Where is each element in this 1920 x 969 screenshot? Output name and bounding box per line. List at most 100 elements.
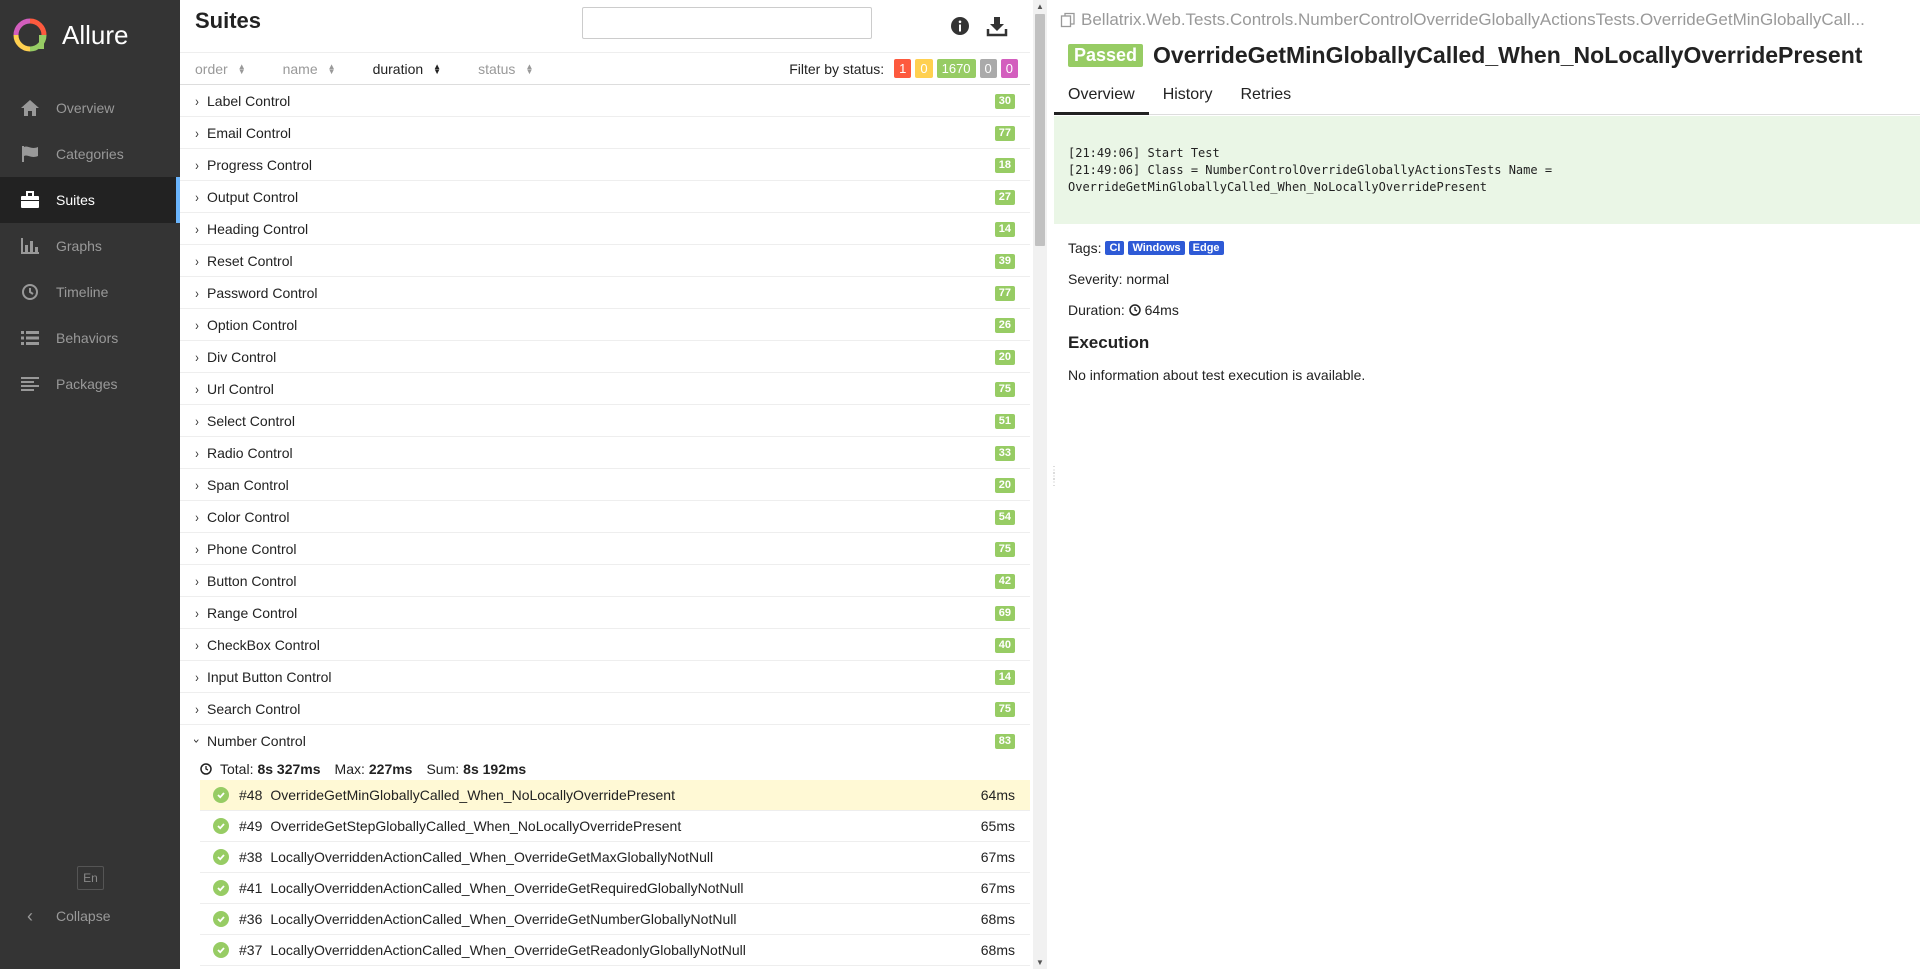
clock-icon (18, 282, 42, 302)
duration-value: 64ms (1144, 302, 1179, 318)
suite-group[interactable]: › Password Control 77 (180, 277, 1030, 309)
chevron-right-icon: › (195, 252, 199, 269)
chevron-right-icon: › (195, 188, 199, 205)
collapse-button[interactable]: ‹ Collapse (18, 904, 110, 928)
suite-name: Option Control (207, 316, 298, 333)
tag-badge: CI (1105, 241, 1125, 255)
test-log: [21:49:06] Start Test [21:49:06] Class =… (1054, 116, 1920, 224)
sort-order[interactable]: order ▲ ▼ (195, 61, 246, 77)
scroll-down-icon[interactable]: ▼ (1036, 958, 1044, 967)
duration-label: Duration: (1068, 302, 1125, 318)
test-row[interactable]: #37 LocallyOverriddenActionCalled_When_Ov… (200, 935, 1030, 966)
tab-history[interactable]: History (1149, 82, 1227, 115)
allure-logo-icon (13, 18, 47, 52)
suite-group[interactable]: › Div Control 20 (180, 341, 1030, 373)
chevron-right-icon: › (195, 284, 199, 301)
scroll-up-icon[interactable]: ▲ (1036, 2, 1044, 11)
sidebar-item-graphs[interactable]: Graphs (0, 223, 180, 269)
passed-check-icon (213, 911, 229, 927)
brand[interactable]: Allure (0, 0, 180, 70)
briefcase-icon (18, 190, 42, 210)
sort-duration-label: duration (372, 60, 424, 77)
execution-heading: Execution (1068, 333, 1150, 352)
suite-group[interactable]: › Email Control 77 (180, 117, 1030, 149)
filter-unknown-badge[interactable]: 0 (1000, 59, 1018, 78)
suite-group[interactable]: › Button Control 42 (180, 565, 1030, 597)
suite-group[interactable]: › Heading Control 14 (180, 213, 1030, 245)
suite-group[interactable]: › Radio Control 33 (180, 437, 1030, 469)
sort-status-label: status (478, 60, 516, 77)
sidebar: Allure Overview Categories Suites Graphs (0, 0, 180, 969)
chevron-right-icon: › (195, 604, 199, 621)
download-icon[interactable] (985, 14, 1009, 38)
scroll-thumb[interactable] (1035, 14, 1045, 246)
filter-failed-badge[interactable]: 1 (894, 59, 912, 78)
suite-group[interactable]: › Url Control 75 (180, 373, 1030, 405)
suite-group[interactable]: › Color Control 54 (180, 501, 1030, 533)
suite-group[interactable]: › Reset Control 39 (180, 245, 1030, 277)
passed-check-icon (213, 787, 229, 803)
test-detail-pane: Bellatrix.Web.Tests.Controls.NumberContr… (1054, 0, 1920, 969)
sidebar-item-packages[interactable]: Packages (0, 361, 180, 407)
info-icon[interactable] (948, 14, 972, 38)
suite-count-badge: 42 (994, 574, 1015, 589)
severity-row: Severity: normal (1068, 271, 1169, 287)
suite-group[interactable]: › Label Control 30 (180, 85, 1030, 117)
test-number: #37 (239, 942, 263, 958)
test-name: LocallyOverriddenActionCalled_When_Overr… (270, 942, 746, 958)
sidebar-nav: Overview Categories Suites Graphs Timeli… (0, 85, 180, 407)
test-number: #38 (239, 849, 263, 865)
search-input[interactable] (582, 7, 872, 39)
language-switch[interactable]: En (77, 866, 104, 890)
suite-group[interactable]: › Output Control 27 (180, 181, 1030, 213)
filter-skipped-badge[interactable]: 0 (979, 59, 997, 78)
suite-count-badge: 20 (994, 478, 1015, 493)
test-row[interactable]: #36 LocallyOverriddenActionCalled_When_Ov… (200, 904, 1030, 935)
test-name: OverrideGetStepGloballyCalled_When_NoLoc… (270, 818, 682, 834)
tags-label: Tags: (1068, 240, 1102, 256)
suite-name: Phone Control (207, 540, 297, 557)
test-row[interactable]: #41 LocallyOverriddenActionCalled_When_Ov… (200, 873, 1030, 904)
chevron-right-icon: › (195, 476, 199, 493)
suite-count-badge: 33 (994, 446, 1015, 461)
suite-group[interactable]: › Range Control 69 (180, 597, 1030, 629)
sort-arrows-icon: ▲ ▼ (525, 61, 534, 76)
suite-group-expanded[interactable]: › Number Control 83 (180, 725, 1030, 757)
sidebar-item-categories[interactable]: Categories (0, 131, 180, 177)
sort-duration[interactable]: duration ▲ ▼ (373, 61, 442, 77)
flag-icon (18, 144, 42, 164)
suite-group[interactable]: › Progress Control 18 (180, 149, 1030, 181)
sidebar-item-label: Graphs (56, 238, 102, 254)
copy-icon[interactable] (1060, 12, 1076, 28)
sort-name-label: name (282, 60, 318, 77)
sidebar-item-suites[interactable]: Suites (0, 177, 180, 223)
suite-group[interactable]: › CheckBox Control 40 (180, 629, 1030, 661)
suites-scrollbar[interactable]: ▲ ▼ (1033, 0, 1047, 969)
suite-group[interactable]: › Search Control 75 (180, 693, 1030, 725)
test-row[interactable]: #38 LocallyOverriddenActionCalled_When_Ov… (200, 842, 1030, 873)
suite-group[interactable]: › Select Control 51 (180, 405, 1030, 437)
filter-passed-badge[interactable]: 1670 (936, 59, 976, 78)
sort-status[interactable]: status ▲ ▼ (478, 61, 533, 77)
test-row[interactable]: #48 OverrideGetMinGloballyCalled_When_NoL… (200, 780, 1030, 811)
sidebar-item-timeline[interactable]: Timeline (0, 269, 180, 315)
suite-group[interactable]: › Input Button Control 14 (180, 661, 1030, 693)
tag-badge: Edge (1188, 241, 1224, 255)
tab-overview[interactable]: Overview (1054, 82, 1149, 115)
stats-sum: 8s 192ms (463, 760, 527, 777)
suite-group[interactable]: › Phone Control 75 (180, 533, 1030, 565)
sidebar-item-overview[interactable]: Overview (0, 85, 180, 131)
suite-group[interactable]: › Option Control 26 (180, 309, 1030, 341)
filter-label: Filter by status: (789, 60, 885, 77)
detail-tabs: Overview History Retries (1054, 82, 1920, 115)
test-row[interactable]: #49 OverrideGetStepGloballyCalled_When_No… (200, 811, 1030, 842)
sidebar-item-behaviors[interactable]: Behaviors (0, 315, 180, 361)
suite-count-badge: 75 (994, 382, 1015, 397)
suite-group[interactable]: › Span Control 20 (180, 469, 1030, 501)
suite-name: Password Control (207, 284, 318, 301)
test-duration: 67ms (980, 849, 1015, 865)
brand-name: Allure (62, 19, 129, 50)
tab-retries[interactable]: Retries (1226, 82, 1305, 115)
sort-name[interactable]: name ▲ ▼ (283, 61, 336, 77)
filter-broken-badge[interactable]: 0 (915, 59, 933, 78)
